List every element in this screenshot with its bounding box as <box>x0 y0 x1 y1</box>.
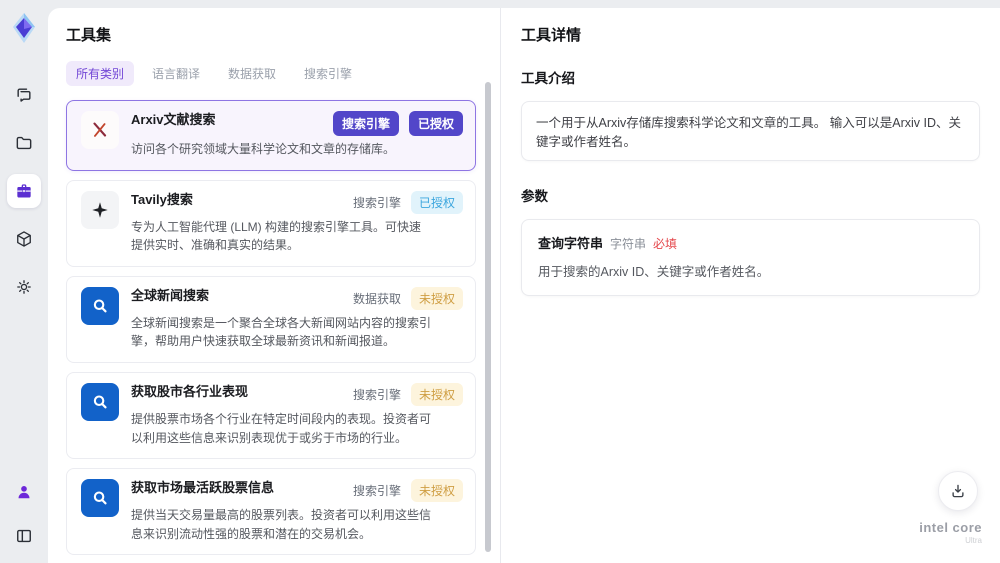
tool-badges: 数据获取 未授权 <box>345 286 463 310</box>
user-avatar-icon[interactable] <box>7 475 41 509</box>
tool-icon <box>81 190 119 229</box>
tool-description: 访问各个研究领域大量科学论文和文章的存储库。 <box>131 142 396 156</box>
tool-auth-badge: 未授权 <box>410 382 463 406</box>
tool-badges: 搜索引擎 已授权 <box>345 190 463 214</box>
tool-category-badge: 搜索引擎 <box>352 484 401 499</box>
category-tab[interactable]: 语言翻译 <box>142 61 210 86</box>
app-logo-icon[interactable] <box>9 12 39 44</box>
tool-card[interactable]: 获取股市各行业表现 搜索引擎 未授权 提供股票市场各个行业在特定时间段内的表现。… <box>66 371 476 460</box>
toolbox-icon[interactable] <box>7 174 41 208</box>
panel-toggle-icon[interactable] <box>7 519 41 553</box>
params-heading: 参数 <box>521 189 548 204</box>
tool-card-body: 获取股市各行业表现 搜索引擎 未授权 提供股票市场各个行业在特定时间段内的表现。… <box>131 382 463 447</box>
tool-intro-box: 一个用于从Arxiv存储库搜索科学论文和文章的工具。 输入可以是Arxiv ID… <box>521 101 980 161</box>
tool-title: Tavily搜索 <box>131 191 193 207</box>
arxiv-logo-icon <box>93 122 107 137</box>
tools-list-panel: 工具集 所有类别 语言翻译 数据获取 搜索引擎 Arxiv文献搜索 搜索引擎 已… <box>48 8 500 563</box>
tool-card[interactable]: Arxiv文献搜索 搜索引擎 已授权 访问各个研究领域大量科学论文和文章的存储库… <box>66 100 476 171</box>
tool-category-badge: 数据获取 <box>352 291 401 306</box>
main-content: 工具集 所有类别 语言翻译 数据获取 搜索引擎 Arxiv文献搜索 搜索引擎 已… <box>48 8 1000 563</box>
tool-auth-badge: 未授权 <box>410 479 463 503</box>
left-rail <box>0 0 48 563</box>
tool-badges: 搜索引擎 未授权 <box>345 382 463 406</box>
parameter-name: 查询字符串 <box>538 236 604 251</box>
tool-description: 全球新闻搜索是一个聚合全球各大新闻网站内容的搜索引擎，帮助用户快速获取全球最新资… <box>131 315 432 349</box>
list-scrollbar[interactable] <box>485 82 491 552</box>
folder-icon[interactable] <box>7 126 41 160</box>
tool-card-body: 全球新闻搜索 数据获取 未授权 全球新闻搜索是一个聚合全球各大新闻网站内容的搜索… <box>131 286 463 351</box>
tool-title: Arxiv文献搜索 <box>131 112 216 127</box>
category-tab[interactable]: 数据获取 <box>218 61 286 86</box>
search-logo-icon <box>93 491 107 505</box>
tool-category-badge: 搜索引擎 <box>352 195 401 210</box>
parameter-type: 字符串 <box>610 237 647 251</box>
tool-title: 获取股市各行业表现 <box>131 383 249 399</box>
tool-card-body: 获取市场最活跃股票信息 搜索引擎 未授权 提供当天交易量最高的股票列表。投资者可… <box>131 479 463 543</box>
download-icon <box>952 484 964 498</box>
tool-card-body: Tavily搜索 搜索引擎 已授权 专为人工智能代理 (LLM) 构建的搜索引擎… <box>131 190 463 255</box>
tool-detail-panel: 工具详情 工具介绍 一个用于从Arxiv存储库搜索科学论文和文章的工具。 输入可… <box>501 8 1000 563</box>
tool-badges: 搜索引擎 已授权 <box>325 111 463 136</box>
tool-category-badge: 搜索引擎 <box>332 111 399 136</box>
parameter-header: 查询字符串 字符串 必填 <box>538 233 963 252</box>
parameter-description: 用于搜索的Arxiv ID、关键字或作者姓名。 <box>538 265 770 279</box>
tool-badges: 搜索引擎 未授权 <box>345 479 463 503</box>
tavily-star-icon <box>92 201 108 218</box>
tool-icon <box>81 382 119 421</box>
tool-auth-badge: 已授权 <box>410 190 463 214</box>
rail-bottom <box>7 475 41 553</box>
tool-category-badge: 搜索引擎 <box>352 387 401 402</box>
intro-heading: 工具介绍 <box>521 71 575 86</box>
category-tabs: 所有类别 语言翻译 数据获取 搜索引擎 <box>66 61 476 86</box>
tool-description: 专为人工智能代理 (LLM) 构建的搜索引擎工具。可快速提供实时、准确和真实的结… <box>131 219 422 253</box>
download-button[interactable] <box>938 471 978 511</box>
intel-core-sub-text: Ultra <box>965 536 982 545</box>
detail-title: 工具详情 <box>521 27 582 44</box>
tool-icon <box>81 111 119 149</box>
search-logo-icon <box>93 395 107 409</box>
category-tab[interactable]: 搜索引擎 <box>294 61 362 86</box>
tool-auth-badge: 已授权 <box>408 111 463 136</box>
chat-icon[interactable] <box>7 78 41 112</box>
tool-icon <box>81 479 119 518</box>
intel-core-logo: intel core Ultra <box>919 521 982 545</box>
rail-nav <box>7 78 41 304</box>
tool-description: 提供股票市场各个行业在特定时间段内的表现。投资者可以利用这些信息来识别表现优于或… <box>131 411 432 445</box>
intel-core-text: intel core <box>919 520 982 535</box>
parameter-required-badge: 必填 <box>653 237 678 251</box>
package-icon[interactable] <box>7 222 41 256</box>
tool-card[interactable]: 全球新闻搜索 数据获取 未授权 全球新闻搜索是一个聚合全球各大新闻网站内容的搜索… <box>66 275 476 363</box>
page-title: 工具集 <box>66 27 112 44</box>
search-logo-icon <box>93 299 107 313</box>
tool-icon <box>81 286 119 325</box>
tool-description: 提供当天交易量最高的股票列表。投资者可以利用这些信息来识别流动性强的股票和潜在的… <box>131 508 432 541</box>
tool-auth-badge: 未授权 <box>410 286 463 310</box>
category-tab[interactable]: 所有类别 <box>66 61 135 86</box>
parameter-box: 查询字符串 字符串 必填 用于搜索的Arxiv ID、关键字或作者姓名。 <box>521 219 980 296</box>
tool-title: 获取市场最活跃股票信息 <box>131 480 275 496</box>
tool-card[interactable]: 获取市场最活跃股票信息 搜索引擎 未授权 提供当天交易量最高的股票列表。投资者可… <box>66 468 476 556</box>
tools-list: Arxiv文献搜索 搜索引擎 已授权 访问各个研究领域大量科学论文和文章的存储库… <box>66 100 476 563</box>
tool-title: 全球新闻搜索 <box>131 287 210 303</box>
settings-gear-icon[interactable] <box>7 270 41 304</box>
tool-card-body: Arxiv文献搜索 搜索引擎 已授权 访问各个研究领域大量科学论文和文章的存储库… <box>131 111 463 159</box>
tool-card[interactable]: Tavily搜索 搜索引擎 已授权 专为人工智能代理 (LLM) 构建的搜索引擎… <box>66 179 476 267</box>
